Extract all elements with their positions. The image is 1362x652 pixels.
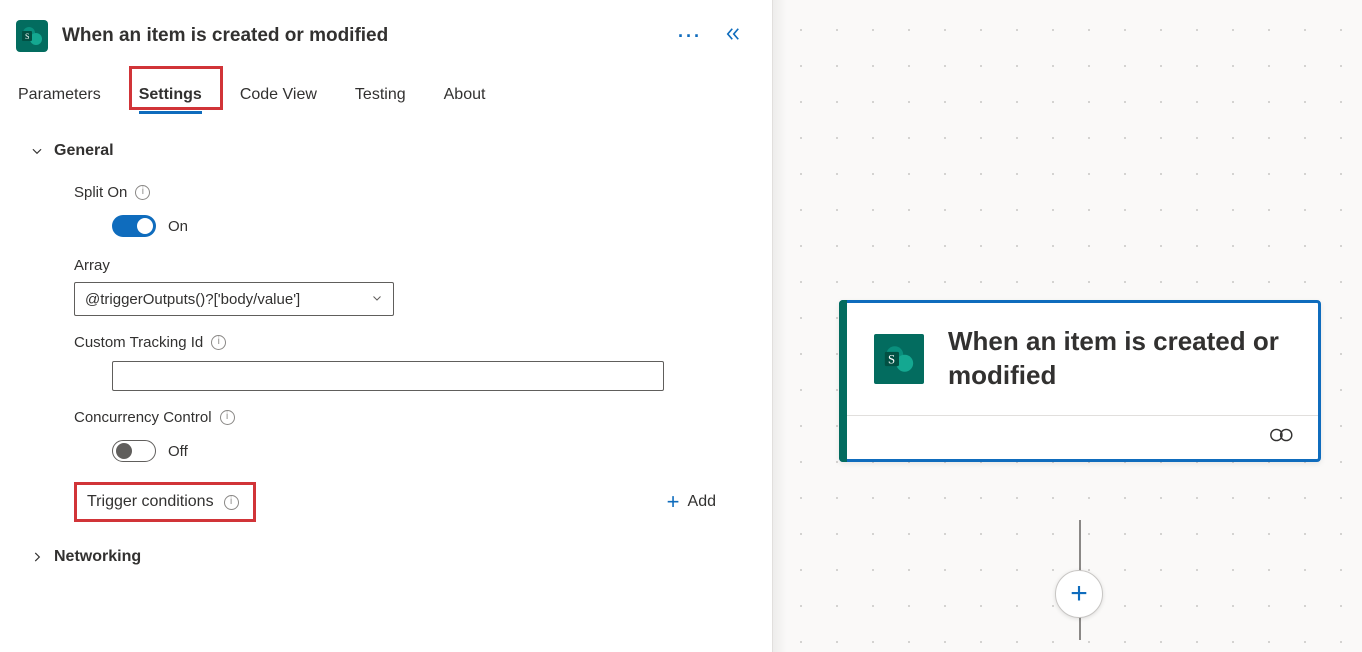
section-general: General Split On i On Array bbox=[16, 142, 756, 522]
split-on-label: Split On bbox=[74, 184, 127, 201]
info-icon[interactable]: i bbox=[211, 335, 226, 350]
section-general-header[interactable]: General bbox=[30, 142, 756, 160]
field-array: Array @triggerOutputs()?['body/value'] bbox=[74, 257, 756, 316]
concurrency-toggle[interactable] bbox=[112, 440, 156, 462]
section-networking: Networking bbox=[16, 548, 756, 566]
plus-icon: + bbox=[667, 491, 680, 513]
tracking-input[interactable] bbox=[112, 361, 664, 391]
add-step-button[interactable]: + bbox=[1055, 570, 1103, 618]
add-label: Add bbox=[688, 493, 716, 511]
chevron-down-icon bbox=[30, 144, 44, 158]
more-actions-button[interactable]: ··· bbox=[678, 26, 702, 47]
array-label: Array bbox=[74, 257, 110, 274]
array-value: @triggerOutputs()?['body/value'] bbox=[85, 291, 300, 308]
info-icon[interactable]: i bbox=[220, 410, 235, 425]
panel-title: When an item is created or modified bbox=[62, 25, 664, 47]
sharepoint-icon: S bbox=[16, 20, 48, 52]
info-icon[interactable]: i bbox=[224, 495, 239, 510]
node-footer bbox=[842, 415, 1318, 459]
node-accent-bar bbox=[839, 300, 847, 462]
annotation-box: Trigger conditions i bbox=[74, 482, 256, 522]
properties-panel: S When an item is created or modified ··… bbox=[0, 0, 772, 652]
tab-code-view[interactable]: Code View bbox=[238, 80, 319, 114]
split-on-toggle[interactable] bbox=[112, 215, 156, 237]
concurrency-state: Off bbox=[168, 443, 188, 460]
split-on-state: On bbox=[168, 218, 188, 235]
flow-node-trigger[interactable]: S When an item is created or modified bbox=[839, 300, 1321, 462]
tracking-label: Custom Tracking Id bbox=[74, 334, 203, 351]
section-general-title: General bbox=[54, 142, 114, 160]
add-trigger-condition-button[interactable]: + Add bbox=[667, 491, 716, 513]
connection-icon[interactable] bbox=[1268, 425, 1296, 450]
flow-canvas[interactable]: S When an item is created or modified + bbox=[772, 0, 1362, 652]
plus-icon: + bbox=[1070, 579, 1088, 609]
tab-about[interactable]: About bbox=[442, 80, 488, 114]
concurrency-label: Concurrency Control bbox=[74, 409, 212, 426]
field-trigger-conditions: Trigger conditions i + Add bbox=[74, 482, 756, 522]
tab-settings[interactable]: Settings bbox=[137, 80, 204, 114]
chevron-down-icon bbox=[371, 291, 383, 308]
trigger-conditions-label: Trigger conditions bbox=[87, 493, 214, 511]
field-split-on: Split On i On bbox=[74, 184, 756, 237]
node-title: When an item is created or modified bbox=[948, 325, 1294, 393]
panel-header: S When an item is created or modified ··… bbox=[16, 12, 756, 74]
svg-text:S: S bbox=[25, 32, 29, 41]
chevron-right-icon bbox=[30, 550, 44, 564]
array-select[interactable]: @triggerOutputs()?['body/value'] bbox=[74, 282, 394, 316]
tab-parameters[interactable]: Parameters bbox=[16, 80, 103, 114]
section-networking-header[interactable]: Networking bbox=[30, 548, 756, 566]
field-concurrency: Concurrency Control i Off bbox=[74, 409, 756, 462]
info-icon[interactable]: i bbox=[135, 185, 150, 200]
collapse-panel-button[interactable] bbox=[724, 25, 742, 48]
tab-bar: Parameters Settings Code View Testing Ab… bbox=[16, 74, 756, 114]
field-tracking-id: Custom Tracking Id i bbox=[74, 334, 756, 391]
svg-text:S: S bbox=[888, 352, 895, 366]
tab-testing[interactable]: Testing bbox=[353, 80, 408, 114]
divider-shadow bbox=[773, 0, 787, 652]
sharepoint-icon: S bbox=[874, 334, 924, 384]
section-networking-title: Networking bbox=[54, 548, 141, 566]
